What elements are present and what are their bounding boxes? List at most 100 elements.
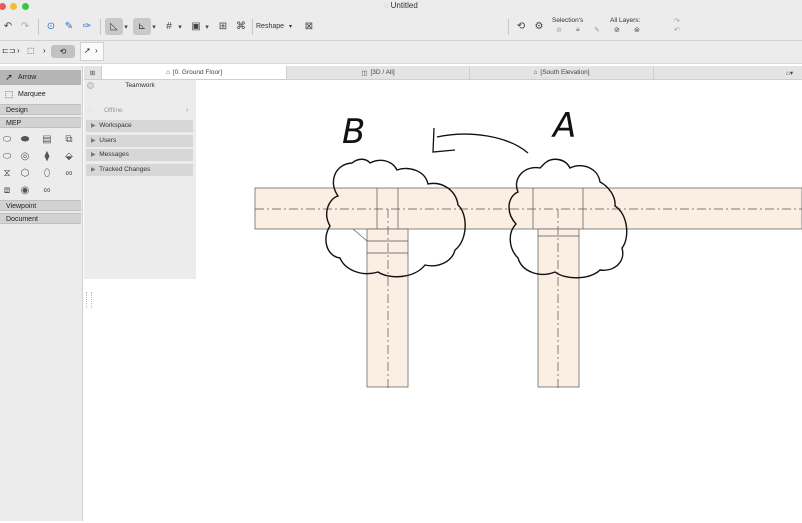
teamwork-status: Offline — [104, 107, 123, 114]
teamwork-title: Teamwork — [84, 80, 196, 91]
element-info-icon[interactable]: ⚙ — [532, 18, 546, 35]
chevron-down-icon: ▾ — [288, 24, 292, 30]
equipment-icon[interactable]: ⧉ — [62, 133, 76, 145]
tab-ground-floor-label: [0. Ground Floor] — [172, 69, 223, 76]
suspend-groups-icon[interactable]: ⌘ — [234, 18, 248, 35]
selections-label: Selection's — [552, 17, 584, 24]
tab-overflow-menu[interactable]: ⌂▾ — [777, 66, 802, 79]
toolbox-group-design[interactable]: Design — [0, 104, 81, 115]
floor-plan-canvas[interactable]: B A — [196, 80, 802, 521]
tab-south-elevation-label: [South Elevation] — [540, 69, 590, 76]
toolbox-group-document[interactable]: Document — [0, 213, 81, 224]
unlock-layers-icon[interactable]: ⊜ — [634, 26, 640, 34]
toolbox-group-viewpoint[interactable]: Viewpoint — [0, 200, 81, 211]
flow-icon[interactable]: ∞ — [40, 184, 54, 196]
vertical-beam-a[interactable] — [537, 228, 580, 388]
pick-up-parameters-icon[interactable]: ⊙ — [44, 18, 58, 35]
toolbox: ➚ Arrow ⬚ Marquee Design MEP ⬭ ⬬ ▤ ⧉ ⬭ ◎… — [0, 66, 83, 521]
sketch-label-b: B — [342, 112, 365, 152]
take-off-icon[interactable]: ⬡ — [18, 167, 32, 179]
tab-3d-all-label: [3D / All] — [370, 69, 395, 76]
section-label: Workspace — [99, 122, 132, 129]
duct-fitting-icon[interactable]: ⬬ — [18, 133, 32, 145]
teamwork-title-text: Teamwork — [125, 82, 155, 89]
main-toolbar: ↶ ↷ ⊙ ✎ ✑ ◺ ▾ ⊾ ▾ # ▾ ▣ ▾ ⊞ ⌘ Reshape ▾ … — [0, 14, 802, 41]
chevron-down-icon[interactable]: ▾ — [203, 18, 211, 35]
palette-resize-handle[interactable] — [86, 292, 92, 308]
tab-overview-icon[interactable]: ⊞ — [84, 66, 102, 79]
flexible-duct-icon[interactable]: ⧖ — [0, 167, 14, 179]
quick-selection-icon[interactable]: ⟲ — [51, 45, 75, 58]
teamwork-palette: Teamwork ◌ Offline › ▶ Workspace ▶ Users… — [84, 80, 197, 279]
branch-icon[interactable]: ⧈ — [0, 184, 14, 196]
sketch-label-a: A — [551, 106, 576, 146]
tool-arrow[interactable]: ➚ Arrow — [0, 70, 81, 85]
duct-icon[interactable]: ⬭ — [0, 133, 14, 145]
terminal-icon[interactable]: ◉ — [18, 184, 32, 196]
arrow-tool-settings: ➚ › — [80, 42, 104, 61]
pen-icon[interactable]: ✎ — [594, 26, 600, 34]
trace-icon[interactable]: ⊞ — [216, 18, 230, 35]
show-all-layers-icon[interactable]: ⊘ — [614, 26, 620, 34]
undo-history-icon[interactable]: ↶ — [674, 26, 680, 34]
guide-lines-icon[interactable]: ◺ — [105, 18, 123, 35]
selection-method-icon[interactable]: ⬚ — [27, 46, 35, 55]
grid-view-icon: ⊞ — [89, 69, 96, 77]
teamwork-section-messages[interactable]: ▶ Messages — [86, 149, 193, 161]
reshape-menu[interactable]: Reshape ▾ — [256, 23, 292, 30]
transition-icon[interactable]: ⬯ — [40, 167, 54, 179]
window-title: ◌ Untitled — [0, 1, 802, 10]
tool-marquee[interactable]: ⬚ Marquee — [0, 87, 81, 102]
duct-terminal-icon[interactable]: ▤ — [40, 133, 54, 145]
tab-south-elevation[interactable]: ⌂ [South Elevation] — [470, 66, 654, 79]
disclosure-triangle-icon: ▶ — [91, 167, 96, 173]
syringe-icon[interactable]: ✑ — [80, 18, 94, 35]
arrow-cursor-icon[interactable]: ➚ — [84, 46, 91, 55]
section-label: Users — [99, 137, 117, 144]
pipe-icon[interactable]: ⬭ — [0, 150, 14, 162]
tool-arrow-label: Arrow — [18, 74, 37, 81]
chevron-right-icon[interactable]: › — [95, 46, 98, 55]
cable-fitting-icon[interactable]: ⬙ — [62, 150, 76, 162]
plan-drawing: B A — [254, 106, 802, 388]
gravity-icon[interactable]: ▣ — [189, 18, 203, 35]
model-view-icon[interactable]: ⟲ — [514, 18, 528, 35]
marquee-icon: ⬚ — [4, 89, 14, 99]
tab-3d-all[interactable]: ◫ [3D / All] — [287, 66, 470, 79]
chevron-down-icon[interactable]: ▾ — [122, 18, 130, 35]
teamwork-section-tracked-changes[interactable]: ▶ Tracked Changes — [86, 164, 193, 176]
view-tab-bar: ⊞ ⌂ [0. Ground Floor] ◫ [3D / All] ⌂ [So… — [84, 66, 802, 80]
snap-guides-icon[interactable]: ⊾ — [133, 18, 151, 35]
chevron-down-icon[interactable]: ▾ — [150, 18, 158, 35]
transform-icon[interactable]: ⊠ — [302, 18, 316, 35]
grid-snap-icon[interactable]: # — [162, 18, 176, 35]
routing-icon[interactable]: ∞ — [62, 167, 76, 179]
section-label: Messages — [99, 151, 129, 158]
hide-selection-icon[interactable]: ⊘ — [556, 26, 562, 34]
floor-plan-icon: ⌂ — [165, 69, 170, 76]
redo-history-icon[interactable]: ↷ — [674, 17, 680, 25]
section-label: Tracked Changes — [99, 166, 151, 173]
undo-icon[interactable]: ↶ — [1, 18, 15, 35]
reshape-label: Reshape — [256, 23, 285, 30]
toolbox-group-mep[interactable]: MEP — [0, 117, 81, 128]
geometry-method-icon[interactable]: ⊏⊐ — [2, 46, 15, 55]
chevron-down-icon[interactable]: ▾ — [176, 18, 184, 35]
teamwork-section-users[interactable]: ▶ Users — [86, 135, 193, 147]
all-layers-label: All Layers: — [610, 17, 641, 24]
arrow-cursor-icon: ➚ — [5, 72, 13, 82]
chevron-right-icon[interactable]: › — [186, 107, 188, 114]
chevron-right-icon[interactable]: › — [17, 46, 20, 55]
lock-icon[interactable]: 🔒︎ — [576, 26, 580, 34]
tab-ground-floor[interactable]: ⌂ [0. Ground Floor] — [102, 66, 287, 79]
pipe-fitting-icon[interactable]: ◎ — [18, 150, 32, 162]
redo-icon[interactable]: ↷ — [18, 18, 32, 35]
teamwork-section-workspace[interactable]: ▶ Workspace — [86, 120, 193, 132]
palette-close-button[interactable] — [87, 82, 94, 89]
cable-carrier-icon[interactable]: ⧫ — [40, 150, 54, 162]
eyedropper-icon[interactable]: ✎ — [62, 18, 76, 35]
disclosure-triangle-icon: ▶ — [91, 123, 96, 129]
chevron-right-icon[interactable]: › — [43, 46, 46, 55]
disclosure-triangle-icon: ▶ — [91, 152, 96, 158]
title-bar: ◌ Untitled — [0, 0, 802, 14]
